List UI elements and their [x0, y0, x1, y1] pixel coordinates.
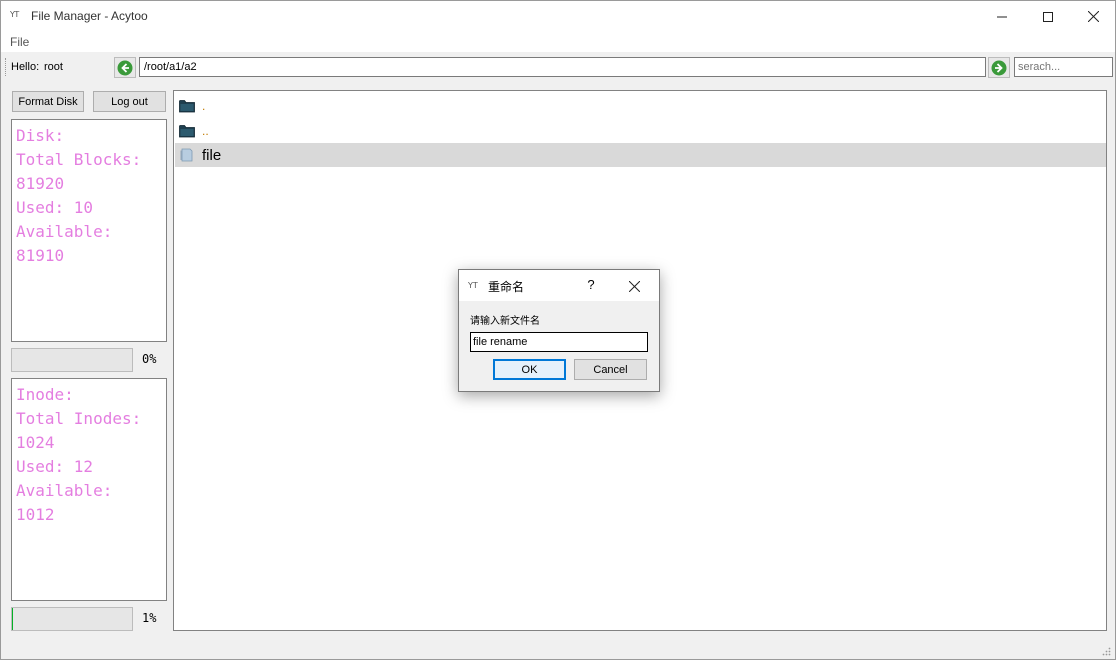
rename-dialog: YT 重命名 ? 请输入新文件名 OK Cancel	[458, 269, 660, 392]
disk-info-line: 81910	[16, 246, 65, 265]
disk-percent-label: 0%	[142, 352, 157, 366]
ok-button[interactable]: OK	[493, 359, 566, 380]
logout-button[interactable]: Log out	[93, 91, 166, 112]
inode-percent-label: 1%	[142, 611, 157, 625]
title-bar: YT File Manager - Acytoo	[1, 1, 1115, 32]
path-input[interactable]	[139, 57, 986, 77]
inode-info-line: Available:	[16, 481, 113, 500]
close-icon	[628, 280, 640, 292]
inode-info-line: 1024	[16, 433, 55, 452]
inode-progress-fill	[12, 608, 14, 630]
maximize-icon	[1043, 11, 1053, 22]
disk-info-line: 81920	[16, 174, 65, 193]
dialog-logo-icon: YT	[468, 281, 478, 290]
username-label: root	[44, 61, 63, 73]
menu-bar: File	[1, 32, 1115, 52]
status-bar	[1, 635, 1115, 659]
format-disk-button[interactable]: Format Disk	[12, 91, 84, 112]
arrow-left-icon	[117, 60, 133, 75]
folder-icon	[179, 100, 195, 113]
file-name: ..	[202, 124, 209, 138]
inode-info-panel: Inode: Total Inodes: 1024 Used: 12 Avail…	[11, 378, 167, 601]
dialog-title: 重命名	[488, 280, 525, 294]
disk-info-panel: Disk: Total Blocks: 81920 Used: 10 Avail…	[11, 119, 167, 342]
disk-info-line: Available:	[16, 222, 113, 241]
maximize-button[interactable]	[1025, 1, 1071, 32]
toolbar: Hello: root	[1, 54, 1115, 80]
disk-info-line: Disk:	[16, 126, 65, 145]
hello-label: Hello:	[11, 61, 40, 73]
inode-info-line: Inode:	[16, 385, 74, 404]
inode-info-line: Total Inodes:	[16, 409, 142, 428]
dialog-title-bar: YT 重命名 ?	[459, 270, 659, 301]
inode-info-line: 1012	[16, 505, 55, 524]
disk-progress-bar	[11, 348, 133, 372]
cancel-button[interactable]: Cancel	[574, 359, 647, 380]
file-name: .	[202, 99, 206, 113]
resize-grip-icon[interactable]	[1101, 646, 1111, 656]
arrow-right-icon	[991, 60, 1007, 75]
close-button[interactable]	[1070, 1, 1116, 32]
toolbar-grip[interactable]	[5, 58, 8, 76]
folder-icon	[179, 125, 195, 138]
disk-info-line: Total Blocks:	[16, 150, 142, 169]
menu-file[interactable]: File	[10, 35, 29, 49]
minimize-button[interactable]	[979, 1, 1025, 32]
help-button[interactable]: ?	[579, 277, 603, 295]
file-list-item-selected[interactable]: file	[175, 143, 1106, 167]
inode-info-line: Used: 12	[16, 457, 94, 476]
rename-input[interactable]	[470, 332, 648, 352]
window-title: File Manager - Acytoo	[31, 9, 148, 23]
inode-progress-bar	[11, 607, 133, 631]
dialog-close-button[interactable]	[624, 276, 644, 296]
close-icon	[1087, 11, 1099, 22]
document-icon	[180, 148, 193, 162]
file-name: file	[202, 146, 222, 164]
file-list-item[interactable]: .	[175, 94, 1106, 118]
rename-prompt-label: 请输入新文件名	[470, 316, 540, 327]
main-window: YT File Manager - Acytoo File Hello: roo…	[0, 0, 1116, 660]
app-logo-icon: YT	[10, 10, 19, 19]
search-input[interactable]	[1014, 57, 1113, 77]
go-button[interactable]	[988, 57, 1010, 78]
file-list-item[interactable]: ..	[175, 119, 1106, 143]
disk-info-line: Used: 10	[16, 198, 94, 217]
back-button[interactable]	[114, 57, 136, 78]
minimize-icon	[997, 16, 1007, 17]
